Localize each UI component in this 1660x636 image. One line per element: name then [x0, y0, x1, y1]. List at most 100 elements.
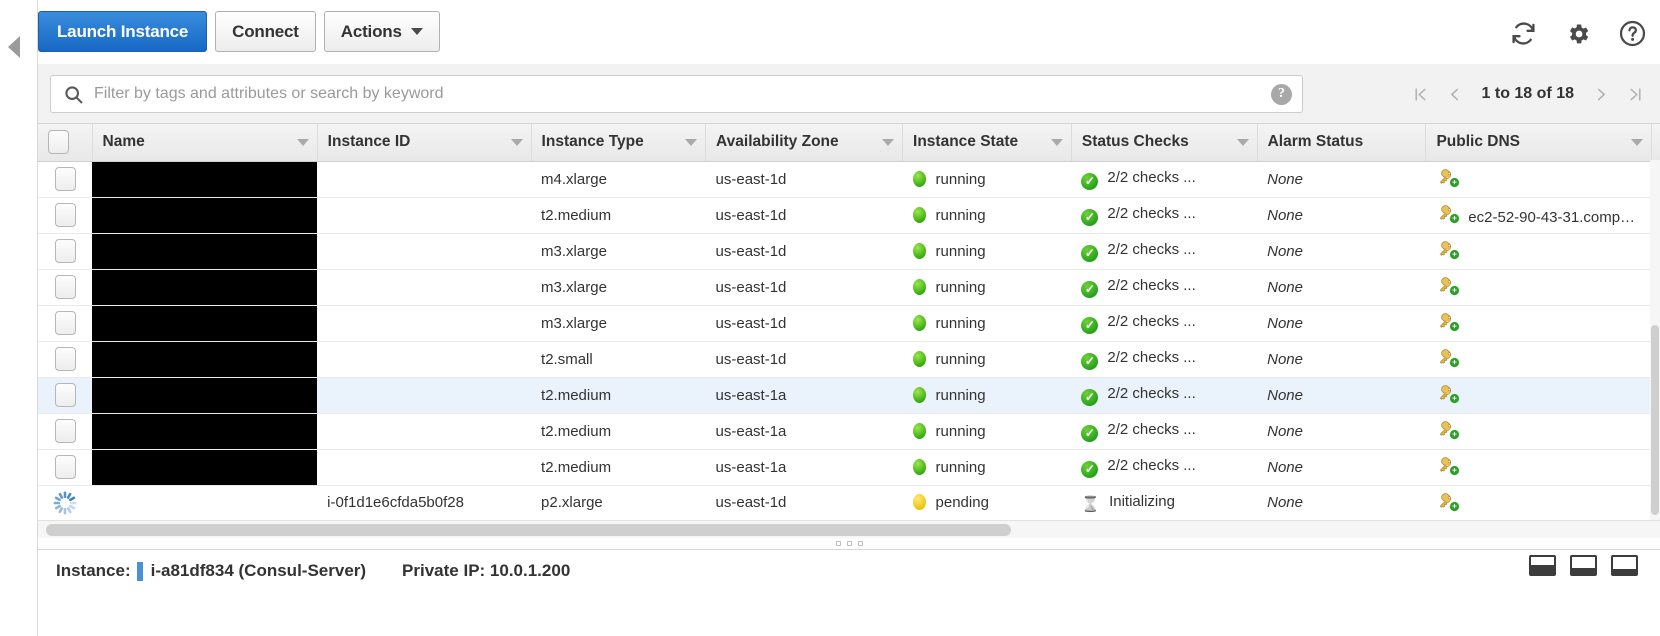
row-select-cell[interactable]: [38, 449, 93, 486]
launch-instance-button[interactable]: Launch Instance: [38, 11, 208, 52]
connect-button[interactable]: Connect: [215, 11, 316, 52]
column-header-status-checks[interactable]: Status Checks: [1071, 124, 1258, 162]
cell-instance-state: running: [902, 305, 1072, 342]
table-row[interactable]: m3.xlarge us-east-1d running ✓ 2/2 checks ..…: [38, 269, 1660, 306]
cell-alarm-status-text: None: [1267, 314, 1303, 332]
cell-alarm-status: None: [1257, 305, 1426, 342]
cell-alarm-status-text: None: [1267, 278, 1303, 296]
search-input[interactable]: [92, 84, 1271, 104]
row-select-cell[interactable]: [38, 233, 93, 270]
pagination-prev-button[interactable]: [1440, 77, 1470, 111]
sidebar-collapse-icon[interactable]: [8, 36, 20, 58]
redacted-name-block: [92, 377, 318, 412]
search-help-icon[interactable]: ?: [1271, 83, 1292, 105]
instance-id-value[interactable]: i-a81df834 (Consul-Server): [151, 561, 366, 581]
cell-instance-state: running: [902, 233, 1072, 270]
table-row[interactable]: i-0f1d1e6cfda5b0f28 p2.xlarge us-east-1d pe…: [38, 485, 1660, 520]
row-select-cell[interactable]: [38, 413, 93, 450]
row-select-cell[interactable]: [38, 161, 93, 198]
row-checkbox[interactable]: [54, 419, 76, 443]
column-header-public[interactable]: Public: [1651, 124, 1660, 162]
filter-bar: ? 1 to 18 of 18: [38, 64, 1660, 124]
actions-button[interactable]: Actions: [323, 11, 440, 52]
column-header-availability-zone[interactable]: Availability Zone: [705, 124, 904, 162]
panel-splitter[interactable]: [38, 538, 1660, 550]
cell-alarm-status-text: None: [1267, 350, 1303, 368]
cell-name: [92, 233, 318, 270]
row-checkbox[interactable]: [54, 167, 76, 191]
cell-availability-zone: us-east-1d: [705, 305, 903, 342]
cell-public-dns: [1425, 449, 1652, 486]
select-all-checkbox[interactable]: [48, 130, 69, 155]
pagination-range-label: 1 to 18 of 18: [1481, 85, 1574, 102]
table-vertical-scrollbar[interactable]: [1650, 160, 1660, 520]
table-horizontal-scrollbar-thumb[interactable]: [46, 524, 1011, 536]
cell-instance-type: m4.xlarge: [531, 161, 706, 198]
table-header-row: Name Instance ID Instance Type Availability…: [38, 124, 1660, 162]
table-row[interactable]: m3.xlarge us-east-1d running ✓ 2/2 checks ..…: [38, 233, 1660, 270]
redacted-name-block: [92, 341, 318, 376]
redacted-name-block: [92, 269, 318, 304]
gear-icon[interactable]: [1565, 21, 1591, 47]
row-checkbox[interactable]: [54, 311, 76, 335]
column-sort-icon[interactable]: [1050, 138, 1063, 146]
column-header-name[interactable]: Name: [92, 124, 318, 162]
row-select-cell[interactable]: [38, 197, 93, 234]
column-header-instance-id[interactable]: Instance ID: [317, 124, 532, 162]
row-checkbox[interactable]: [54, 455, 76, 479]
redacted-name-block: [92, 233, 318, 268]
table-row[interactable]: t2.medium us-east-1d running ✓ 2/2 checks ..…: [38, 197, 1660, 234]
row-checkbox[interactable]: [54, 203, 76, 227]
table-row[interactable]: m4.xlarge us-east-1d running ✓ 2/2 checks ..…: [38, 161, 1660, 198]
toolbar-button-group: Launch Instance Connect Actions: [38, 11, 440, 52]
column-header-alarm-status[interactable]: Alarm Status: [1257, 124, 1427, 162]
column-header-instance-type[interactable]: Instance Type: [531, 124, 707, 162]
column-sort-icon[interactable]: [510, 138, 523, 146]
row-checkbox[interactable]: [54, 383, 76, 407]
table-vertical-scrollbar-thumb[interactable]: [1651, 325, 1659, 515]
table-row[interactable]: t2.medium us-east-1a running ✓ 2/2 checks ..…: [38, 449, 1660, 486]
row-select-cell[interactable]: [38, 269, 93, 306]
search-box[interactable]: ?: [50, 75, 1303, 113]
refresh-icon[interactable]: [1510, 20, 1537, 47]
cell-alarm-status: None: [1257, 269, 1426, 306]
column-header-label: Alarm Status: [1267, 133, 1364, 151]
column-header-instance-state[interactable]: Instance State: [902, 124, 1072, 162]
select-all-header[interactable]: [38, 124, 93, 162]
table-row[interactable]: t2.medium us-east-1a running ✓ 2/2 checks ..…: [38, 413, 1660, 450]
column-sort-icon[interactable]: [685, 138, 698, 146]
row-select-cell[interactable]: [38, 305, 93, 342]
help-icon[interactable]: [1619, 20, 1646, 47]
column-sort-icon[interactable]: [882, 138, 895, 146]
row-loading-cell[interactable]: [38, 485, 93, 520]
layout-bottom-icon[interactable]: [1529, 555, 1556, 576]
table-row[interactable]: t2.small us-east-1d running ✓ 2/2 checks ...…: [38, 341, 1660, 378]
layout-hidden-icon[interactable]: [1611, 555, 1638, 576]
pagination-first-button[interactable]: [1406, 77, 1436, 111]
cell-instance-type: t2.medium: [531, 449, 706, 486]
table-row[interactable]: t2.medium us-east-1a running ✓ 2/2 checks ..…: [38, 377, 1660, 414]
table-row[interactable]: m3.xlarge us-east-1d running ✓ 2/2 checks ..…: [38, 305, 1660, 342]
column-sort-icon[interactable]: [1630, 138, 1643, 146]
cell-alarm-status-text: None: [1267, 206, 1303, 224]
instances-table-container[interactable]: Name Instance ID Instance Type Availability…: [38, 124, 1660, 520]
pagination-next-button[interactable]: [1586, 77, 1616, 111]
row-checkbox[interactable]: [54, 275, 76, 299]
cell-availability-zone-text: us-east-1d: [715, 314, 787, 332]
redacted-name-block: [92, 305, 318, 340]
cell-availability-zone: us-east-1d: [705, 233, 903, 270]
row-select-cell[interactable]: [38, 341, 93, 378]
cell-status-checks: ✓ 2/2 checks ...: [1071, 449, 1258, 486]
row-select-cell[interactable]: [38, 377, 93, 414]
cell-alarm-status: None: [1257, 413, 1426, 450]
row-checkbox[interactable]: [54, 347, 76, 371]
column-sort-icon[interactable]: [1236, 138, 1249, 146]
column-sort-icon[interactable]: [296, 138, 309, 146]
pagination-last-button[interactable]: [1620, 77, 1650, 111]
column-header-public-dns[interactable]: Public DNS: [1425, 124, 1652, 162]
column-header-label: Instance ID: [327, 133, 411, 151]
table-horizontal-scrollbar[interactable]: [38, 520, 1660, 538]
layout-split-icon[interactable]: [1570, 555, 1597, 576]
row-checkbox[interactable]: [54, 239, 76, 263]
key-pair-icon: [1436, 241, 1460, 262]
